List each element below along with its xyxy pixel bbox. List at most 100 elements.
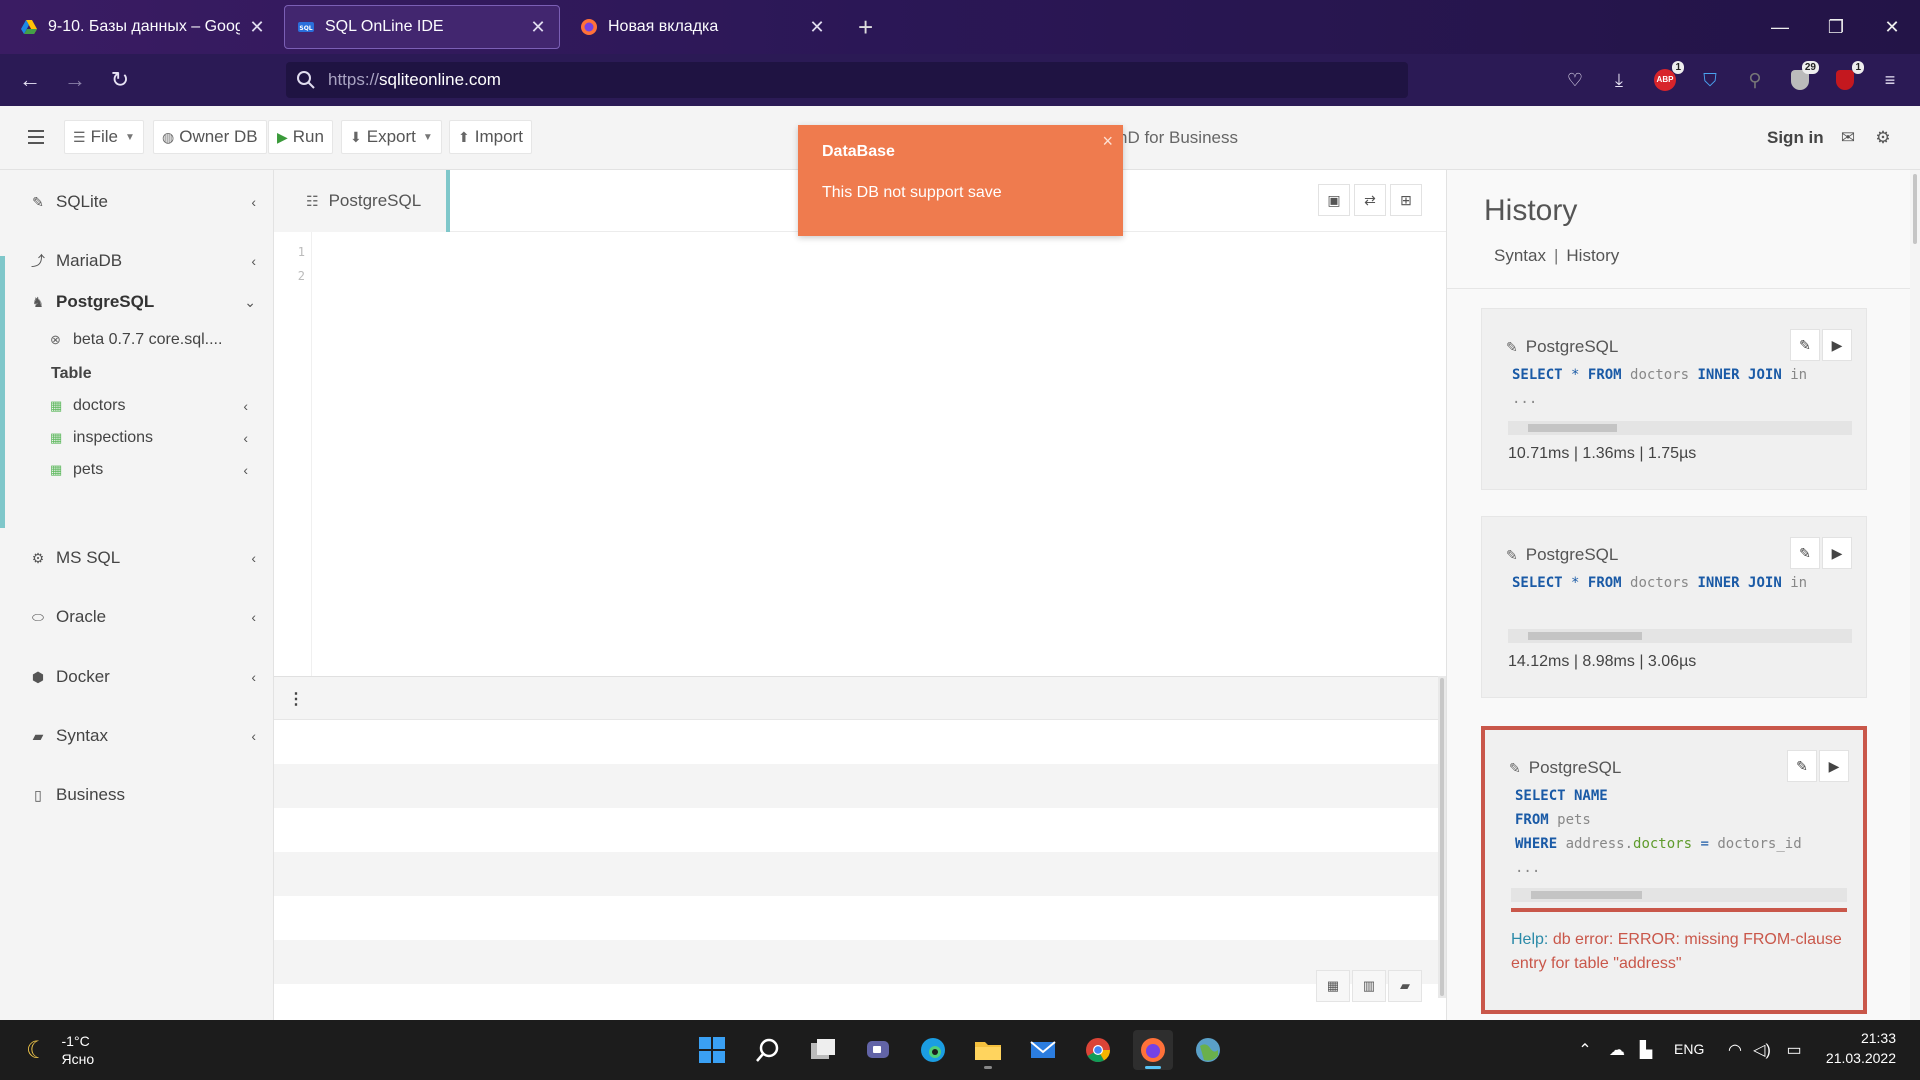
- edit-icon[interactable]: ✎: [1790, 329, 1820, 361]
- editor-tab-postgresql[interactable]: ☷ PostgreSQL: [274, 170, 450, 232]
- minimize-icon[interactable]: —: [1752, 0, 1808, 54]
- gear-icon[interactable]: ⚙: [1873, 128, 1893, 148]
- file-menu-button[interactable]: ☰ File ▼: [64, 120, 144, 154]
- language-indicator[interactable]: ENG: [1674, 1041, 1704, 1057]
- adblock-icon[interactable]: ABP 1: [1652, 61, 1684, 93]
- results-scrollbar[interactable]: [1438, 676, 1446, 998]
- globe-icon: ◍: [162, 128, 175, 145]
- scrollbar-thumb[interactable]: [1913, 174, 1917, 244]
- close-icon[interactable]: ×: [1102, 131, 1113, 152]
- menu-icon[interactable]: ≡: [1877, 67, 1903, 93]
- sign-in-link[interactable]: Sign in: [1767, 128, 1824, 148]
- play-icon[interactable]: ▶: [1819, 750, 1849, 782]
- onedrive-cloud-icon[interactable]: ☁: [1607, 1040, 1627, 1060]
- results-row: [274, 896, 1438, 940]
- table-view-icon[interactable]: ▦: [1316, 970, 1350, 1002]
- file-explorer-button[interactable]: [968, 1030, 1008, 1070]
- save-icon[interactable]: ▣: [1318, 184, 1350, 216]
- window-close-icon[interactable]: ✕: [1864, 0, 1920, 54]
- mail-button[interactable]: [1023, 1030, 1063, 1070]
- sidebar-item-syntax[interactable]: ▰ Syntax ‹: [0, 716, 274, 756]
- address-bar[interactable]: https://sqliteonline.com: [286, 62, 1408, 98]
- chevron-up-icon[interactable]: ⌃: [1575, 1040, 1595, 1060]
- close-icon[interactable]: ✕: [808, 17, 826, 38]
- weather-widget[interactable]: ☾ -1°C Ясно: [26, 1032, 94, 1068]
- scrollbar-thumb[interactable]: [1440, 678, 1444, 996]
- forward-arrow-icon[interactable]: →: [61, 66, 89, 94]
- bitwarden-shield-icon[interactable]: ⛉: [1697, 67, 1723, 93]
- teams-chat-button[interactable]: [858, 1030, 898, 1070]
- ublock-shape: [1836, 70, 1854, 90]
- chart-view-icon[interactable]: ▥: [1352, 970, 1386, 1002]
- start-button[interactable]: [692, 1030, 732, 1070]
- postgresql-version[interactable]: ⊗ beta 0.7.7 core.sql....: [50, 326, 264, 354]
- back-arrow-icon[interactable]: ←: [16, 66, 44, 94]
- url-text: https://sqliteonline.com: [328, 70, 501, 89]
- tab-title: Новая вкладка: [608, 18, 719, 35]
- temperature: -1°C: [61, 1033, 90, 1049]
- sidebar-item-business[interactable]: ▯ Business: [0, 775, 274, 815]
- restore-icon[interactable]: ❐: [1808, 0, 1864, 54]
- wifi-icon[interactable]: ◠: [1725, 1040, 1745, 1060]
- editor-tab-label: PostgreSQL: [328, 191, 422, 210]
- edit-icon[interactable]: ✎: [1787, 750, 1817, 782]
- business-link[interactable]: nD for Business: [1118, 128, 1238, 148]
- browser-tab-new-tab[interactable]: Новая вкладка ✕: [568, 5, 838, 49]
- refresh-icon[interactable]: ⇄: [1354, 184, 1386, 216]
- privacy-shield-icon[interactable]: 29: [1787, 61, 1819, 93]
- history-card-error[interactable]: ✎ PostgreSQL ✎ ▶ SELECT NAME FROM pets W…: [1481, 726, 1867, 1014]
- table-item-pets[interactable]: ▦ pets ‹: [50, 456, 264, 484]
- history-card[interactable]: ✎ PostgreSQL ✎ ▶ SELECT * FROM doctors I…: [1481, 516, 1867, 698]
- chrome-button[interactable]: [1078, 1030, 1118, 1070]
- clock-time[interactable]: 21:33: [1824, 1030, 1896, 1046]
- upload-icon: ⬆: [458, 128, 470, 145]
- reload-icon[interactable]: ↻: [106, 66, 134, 94]
- play-icon[interactable]: ▶: [1822, 537, 1852, 569]
- pocket-icon[interactable]: ♡: [1562, 67, 1588, 93]
- sidebar-item-oracle[interactable]: ⬭ Oracle ‹: [0, 597, 274, 637]
- sidebar-item-mssql[interactable]: ⚙ MS SQL ‹: [0, 538, 274, 578]
- run-button[interactable]: ▶ Run: [268, 120, 333, 154]
- network-app-button[interactable]: [1188, 1030, 1228, 1070]
- sidebar-item-postgresql[interactable]: ♞ PostgreSQL ⌄: [0, 282, 274, 322]
- volume-icon[interactable]: ◁): [1752, 1040, 1772, 1060]
- vertical-dots-icon[interactable]: ⋮: [288, 689, 304, 709]
- close-icon[interactable]: ✕: [529, 17, 547, 38]
- browser-tab-google-drive[interactable]: 9-10. Базы данных – Google Д ✕: [8, 5, 278, 49]
- history-scrollbar[interactable]: [1910, 170, 1920, 1020]
- chevron-left-icon: ‹: [251, 728, 256, 744]
- play-icon[interactable]: ▶: [1822, 329, 1852, 361]
- download-icon[interactable]: ⤓: [1606, 67, 1632, 93]
- new-tab-button[interactable]: +: [858, 12, 873, 42]
- edge-button[interactable]: [913, 1030, 953, 1070]
- sidebar-item-docker[interactable]: ⬢ Docker ‹: [0, 657, 274, 697]
- import-button[interactable]: ⬆ Import: [449, 120, 532, 154]
- network-activity-icon[interactable]: ▙: [1636, 1040, 1656, 1060]
- task-view-button[interactable]: [803, 1030, 843, 1070]
- history-link[interactable]: History: [1566, 246, 1619, 265]
- ublock-icon[interactable]: 1: [1832, 61, 1864, 93]
- firefox-button[interactable]: [1133, 1030, 1173, 1070]
- notebook-view-icon[interactable]: ▰: [1388, 970, 1422, 1002]
- edit-icon[interactable]: ✎: [1790, 537, 1820, 569]
- battery-icon[interactable]: ▭: [1784, 1040, 1804, 1060]
- syntax-link[interactable]: Syntax: [1494, 246, 1546, 265]
- table-icon: ▦: [50, 430, 63, 445]
- search-button[interactable]: [748, 1030, 788, 1070]
- export-menu-button[interactable]: ⬇ Export ▼: [341, 120, 442, 154]
- browser-tab-sql-online[interactable]: SQL SQL OnLine IDE ✕: [284, 5, 560, 49]
- table-item-doctors[interactable]: ▦ doctors ‹: [50, 392, 264, 420]
- history-card[interactable]: ✎ PostgreSQL ✎ ▶ SELECT * FROM doctors I…: [1481, 308, 1867, 490]
- table-item-inspections[interactable]: ▦ inspections ‹: [50, 424, 264, 452]
- clock-date[interactable]: 21.03.2022: [1824, 1050, 1896, 1066]
- owner-db-button[interactable]: ◍ Owner DB: [153, 120, 267, 154]
- mail-icon[interactable]: ✉: [1838, 128, 1858, 148]
- close-icon[interactable]: ✕: [248, 17, 266, 38]
- export-label: Export: [366, 127, 416, 146]
- sidebar-item-sqlite[interactable]: ✎ SQLite ‹: [0, 182, 274, 222]
- key-icon[interactable]: ⚲: [1742, 67, 1768, 93]
- line-number: 1: [297, 245, 305, 259]
- sql-code-editor[interactable]: [312, 232, 1446, 676]
- hamburger-menu-icon[interactable]: [26, 126, 48, 148]
- add-tab-icon[interactable]: ⊞: [1390, 184, 1422, 216]
